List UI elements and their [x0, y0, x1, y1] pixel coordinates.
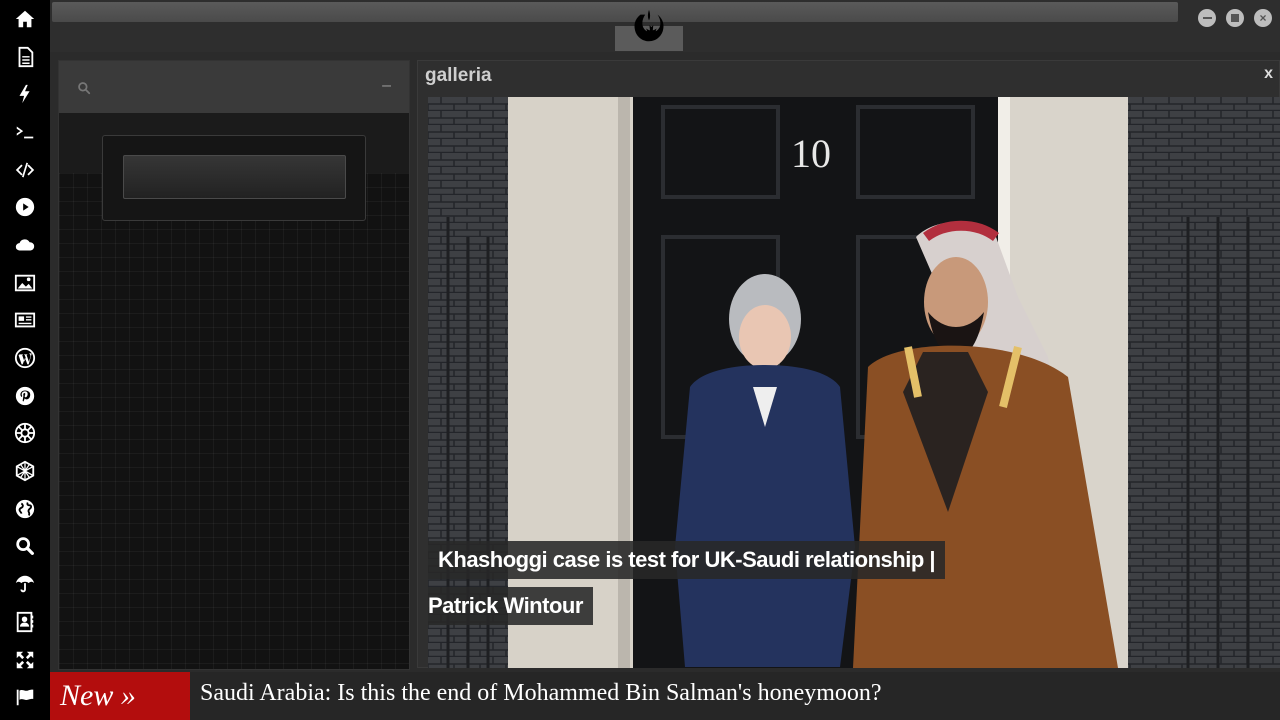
- rebel-alliance-icon: [634, 9, 664, 42]
- empire-icon[interactable]: [7, 419, 43, 449]
- globe-icon[interactable]: [7, 494, 43, 524]
- terminal-icon[interactable]: [7, 117, 43, 147]
- gallery-title: galleria: [425, 65, 492, 86]
- expand-icon[interactable]: [7, 645, 43, 675]
- pinterest-icon[interactable]: [7, 381, 43, 411]
- flag-icon[interactable]: [7, 682, 43, 712]
- app-dock: [0, 0, 50, 720]
- image-icon[interactable]: [7, 268, 43, 298]
- minimize-icon[interactable]: [1198, 9, 1216, 27]
- home-icon[interactable]: [7, 4, 43, 34]
- search-icon: [78, 82, 91, 95]
- close-icon[interactable]: ×: [1254, 9, 1272, 27]
- gallery-window: galleria x 10 Khashoggi case is test for…: [417, 60, 1280, 668]
- umbrella-icon[interactable]: [7, 569, 43, 599]
- gallery-close-button[interactable]: x: [1264, 65, 1273, 83]
- address-bar[interactable]: [52, 2, 1178, 22]
- panel-minimize-button[interactable]: –: [382, 77, 391, 95]
- top-bar: ×: [50, 0, 1280, 52]
- ticker-headline[interactable]: Saudi Arabia: Is this the end of Mohamme…: [200, 680, 882, 707]
- newspaper-icon[interactable]: [7, 306, 43, 336]
- document-icon[interactable]: [7, 42, 43, 72]
- photo-caption-line1: Khashoggi case is test for UK-Saudi rela…: [428, 541, 946, 579]
- search-box[interactable]: [123, 155, 346, 199]
- search-header: –: [59, 61, 409, 113]
- news-ticker: New » Saudi Arabia: Is this the end of M…: [50, 672, 1280, 720]
- play-icon[interactable]: [7, 192, 43, 222]
- code-icon[interactable]: [7, 155, 43, 185]
- photo-caption-line2: Patrick Wintour: [428, 587, 593, 625]
- window-controls: ×: [1198, 9, 1272, 27]
- contacts-icon[interactable]: [7, 607, 43, 637]
- new-badge: New »: [50, 672, 190, 720]
- gallery-photo[interactable]: 10 Khashoggi case is test for UK-Saudi r…: [428, 97, 1280, 668]
- search-box-frame: [102, 135, 366, 221]
- search-icon[interactable]: [7, 532, 43, 562]
- search-panel: –: [58, 60, 410, 670]
- search-input[interactable]: [101, 75, 365, 101]
- bolt-icon[interactable]: [7, 79, 43, 109]
- door-number: 10: [791, 131, 831, 176]
- wordpress-icon[interactable]: [7, 343, 43, 373]
- cloud-icon[interactable]: [7, 230, 43, 260]
- network-icon[interactable]: [7, 456, 43, 486]
- maximize-icon[interactable]: [1226, 9, 1244, 27]
